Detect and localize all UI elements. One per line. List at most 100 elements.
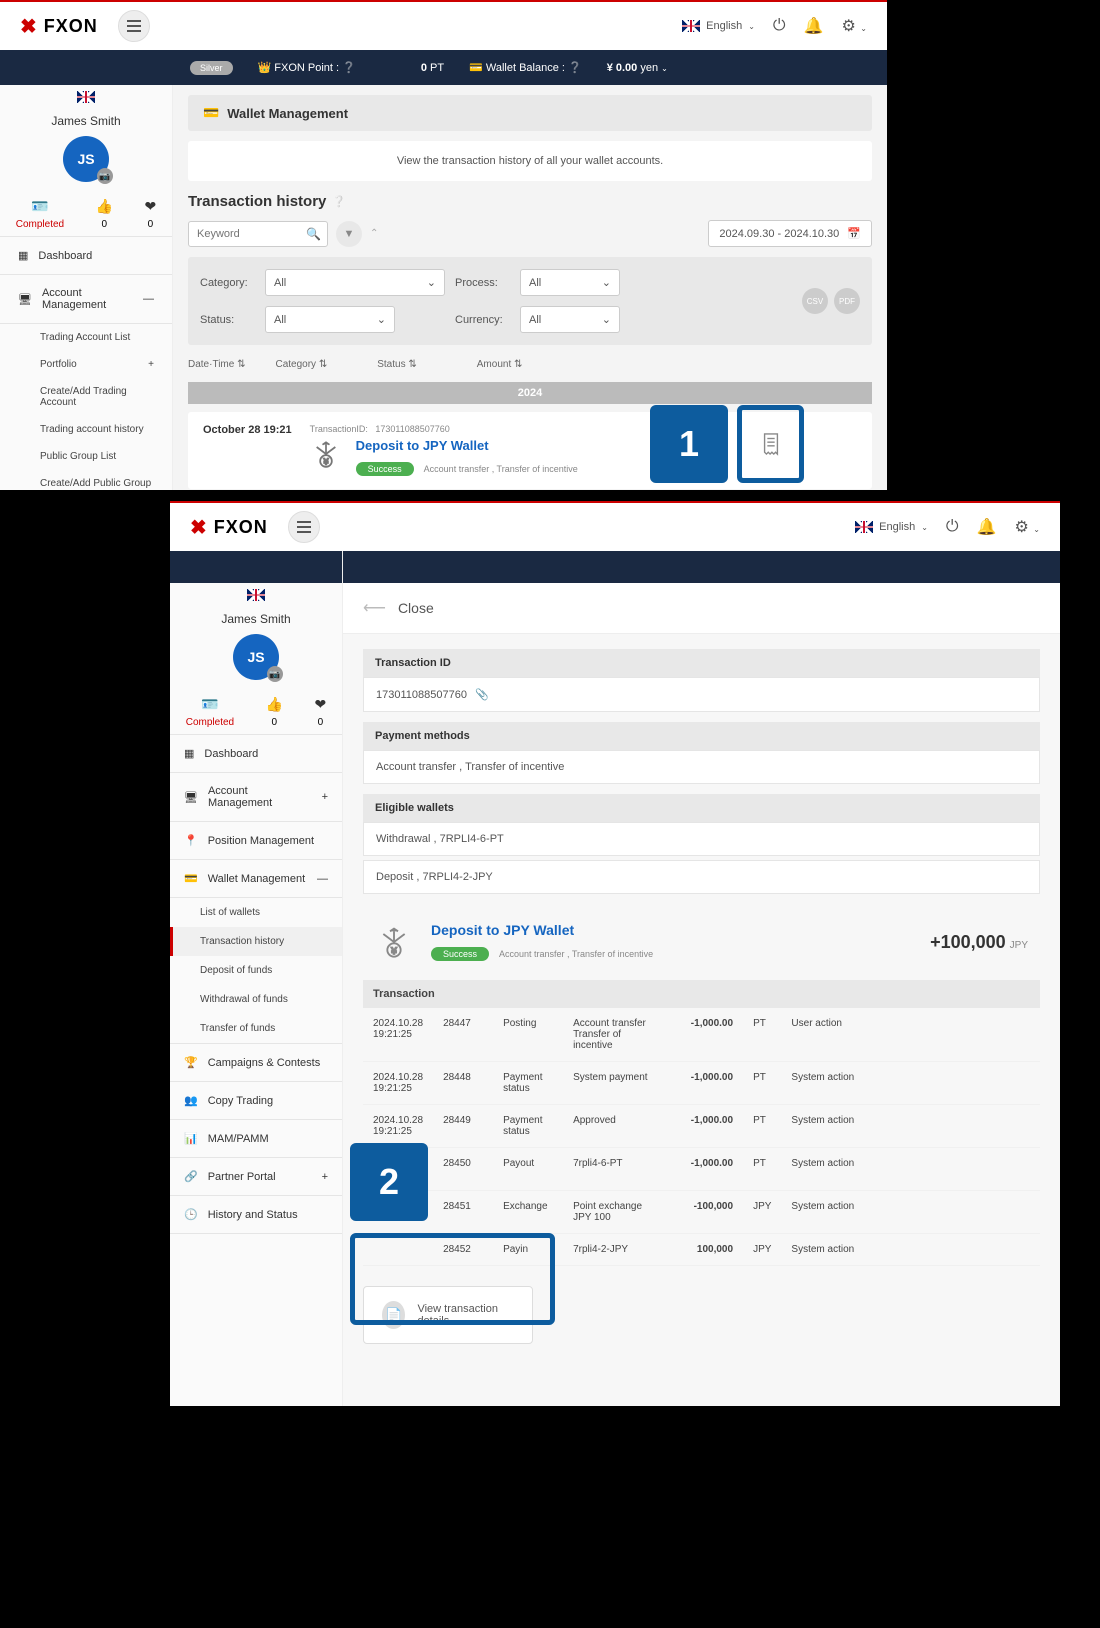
camera-icon[interactable]: 📷 xyxy=(267,666,283,682)
value-wallet-withdrawal: Withdrawal , 7RPLI4-6-PT xyxy=(363,822,1040,856)
stat-completed: 🪪Completed xyxy=(186,696,234,728)
label-eligible-wallets: Eligible wallets xyxy=(363,794,1040,822)
col-status[interactable]: Status ⇅ xyxy=(377,359,417,370)
avatar[interactable]: JS📷 xyxy=(63,136,109,182)
col-category[interactable]: Category ⇅ xyxy=(275,359,327,370)
menu-wallet-management[interactable]: 💳 Wallet Management— xyxy=(170,860,342,898)
deposit-icon: ¥ xyxy=(375,923,413,961)
stat-likes: 👍0 xyxy=(96,198,113,230)
download-csv[interactable]: CSV xyxy=(802,288,828,314)
svg-text:¥: ¥ xyxy=(322,458,328,467)
col-amount[interactable]: Amount ⇅ xyxy=(477,359,523,370)
user-name: James Smith xyxy=(170,612,342,626)
label-currency: Currency: xyxy=(455,314,510,326)
year-divider: 2024 xyxy=(188,382,872,404)
balance-value: ¥ 0.00 xyxy=(607,62,638,74)
language-selector[interactable]: English ⌄ xyxy=(855,521,928,533)
submenu-deposit[interactable]: Deposit of funds xyxy=(170,956,342,985)
value-wallet-deposit: Deposit , 7RPLI4-2-JPY xyxy=(363,860,1040,894)
balance-label: 💳 Wallet Balance : ❔ xyxy=(469,61,582,74)
page-description: View the transaction history of all your… xyxy=(188,141,872,181)
power-icon[interactable]: ⏻ xyxy=(946,518,959,536)
label-txn-id: Transaction ID xyxy=(363,649,1040,677)
menu-position-management[interactable]: 📍 Position Management xyxy=(170,822,342,860)
select-currency[interactable]: All⌄ xyxy=(520,306,620,333)
submenu-transaction-history[interactable]: Transaction history xyxy=(170,927,342,956)
summary-desc: Account transfer , Transfer of incentive xyxy=(499,949,653,959)
hamburger-menu[interactable] xyxy=(288,511,320,543)
label-process: Process: xyxy=(455,277,510,289)
label-category: Category: xyxy=(200,277,255,289)
menu-copy-trading[interactable]: 👥 Copy Trading xyxy=(170,1082,342,1120)
txn-desc: Account transfer , Transfer of incentive xyxy=(424,464,578,474)
avatar[interactable]: JS📷 xyxy=(233,634,279,680)
tier-badge: Silver xyxy=(190,61,233,75)
submenu-trading-account-list[interactable]: Trading Account List xyxy=(0,324,172,351)
chevron-up-icon[interactable]: ⌃ xyxy=(370,228,378,239)
submenu-create-public-group[interactable]: Create/Add Public Group xyxy=(0,470,172,490)
attachment-icon[interactable]: 📎 xyxy=(475,688,489,701)
hamburger-menu[interactable] xyxy=(118,10,150,42)
transaction-row: 2024.10.2819:21:2528447PostingAccount tr… xyxy=(363,1008,1040,1062)
power-icon[interactable]: ⏻ xyxy=(773,17,786,35)
txn-date: October 28 19:21 xyxy=(203,424,292,436)
close-button[interactable]: ⟵ Close xyxy=(343,583,1060,634)
submenu-withdrawal[interactable]: Withdrawal of funds xyxy=(170,985,342,1014)
callout-2-target xyxy=(350,1233,555,1325)
submenu-list-wallets[interactable]: List of wallets xyxy=(170,898,342,927)
submenu-portfolio[interactable]: Portfolio+ xyxy=(0,351,172,378)
date-range[interactable]: 2024.09.30 - 2024.10.30 📅 xyxy=(708,220,872,247)
col-datetime[interactable]: Date·Time ⇅ xyxy=(188,359,245,370)
menu-partner-portal[interactable]: 🔗 Partner Portal+ xyxy=(170,1158,342,1196)
select-category[interactable]: All⌄ xyxy=(265,269,445,296)
download-pdf[interactable]: PDF xyxy=(834,288,860,314)
menu-mam-pamm[interactable]: 📊 MAM/PAMM xyxy=(170,1120,342,1158)
point-label: 👑 FXON Point : ❔ xyxy=(258,61,356,74)
gear-icon[interactable]: ⚙ ⌄ xyxy=(1015,517,1041,537)
txn-status-badge: Success xyxy=(356,462,414,476)
filter-icon[interactable]: ▼ xyxy=(336,221,362,247)
submenu-transfer[interactable]: Transfer of funds xyxy=(170,1014,342,1043)
submenu-public-group-list[interactable]: Public Group List xyxy=(0,443,172,470)
receipt-icon[interactable] xyxy=(760,431,782,457)
value-payment-methods: Account transfer , Transfer of incentive xyxy=(363,750,1040,784)
bell-icon[interactable]: 🔔 xyxy=(977,517,997,537)
transaction-row: 28451ExchangePoint exchange JPY 100-100,… xyxy=(363,1191,1040,1234)
callout-1: 1 xyxy=(650,405,728,483)
stat-favs: ❤0 xyxy=(145,198,157,230)
stat-completed: 🪪Completed xyxy=(16,198,64,230)
transaction-row: 2024.10.2819:21:2528448Payment statusSys… xyxy=(363,1062,1040,1105)
value-txn-id: 173011088507760📎 xyxy=(363,677,1040,712)
search-input[interactable]: 🔍 xyxy=(188,221,328,247)
transaction-row: 2024.10.2819:21:2528449Payment statusApp… xyxy=(363,1105,1040,1148)
summary-title: Deposit to JPY Wallet xyxy=(431,922,653,938)
select-process[interactable]: All⌄ xyxy=(520,269,620,296)
summary-badge: Success xyxy=(431,947,489,961)
language-selector[interactable]: English ⌄ xyxy=(682,20,755,32)
page-title: 💳 Wallet Management xyxy=(188,95,872,131)
menu-dashboard[interactable]: ▦ Dashboard xyxy=(0,237,172,275)
logo: ✖FXON xyxy=(20,14,98,39)
submenu-create-add-trading[interactable]: Create/Add Trading Account xyxy=(0,378,172,416)
svg-text:¥: ¥ xyxy=(390,946,397,956)
select-status[interactable]: All⌄ xyxy=(265,306,395,333)
camera-icon[interactable]: 📷 xyxy=(97,168,113,184)
menu-dashboard[interactable]: ▦ Dashboard xyxy=(170,735,342,773)
user-flag xyxy=(247,589,265,601)
summary-amount: +100,000JPY xyxy=(930,932,1028,953)
back-arrow-icon: ⟵ xyxy=(363,598,386,618)
transaction-row: 2024.10.2819:21:2528450Payout7rpli4-6-PT… xyxy=(363,1148,1040,1191)
user-name: James Smith xyxy=(0,114,172,128)
menu-campaigns[interactable]: 🏆 Campaigns & Contests xyxy=(170,1043,342,1082)
gear-icon[interactable]: ⚙ ⌄ xyxy=(842,16,868,36)
deposit-icon: ¥ xyxy=(310,438,342,470)
submenu-trading-history[interactable]: Trading account history xyxy=(0,416,172,443)
callout-2: 2 xyxy=(350,1143,428,1221)
menu-account-management[interactable]: 🖥 Account Management— xyxy=(0,275,172,324)
bell-icon[interactable]: 🔔 xyxy=(804,16,824,36)
menu-account-management[interactable]: 🖥 Account Management+ xyxy=(170,773,342,822)
menu-history-status[interactable]: 🕒 History and Status xyxy=(170,1196,342,1234)
txn-title: Deposit to JPY Wallet xyxy=(356,438,578,453)
callout-1-target xyxy=(737,405,804,483)
label-payment-methods: Payment methods xyxy=(363,722,1040,750)
